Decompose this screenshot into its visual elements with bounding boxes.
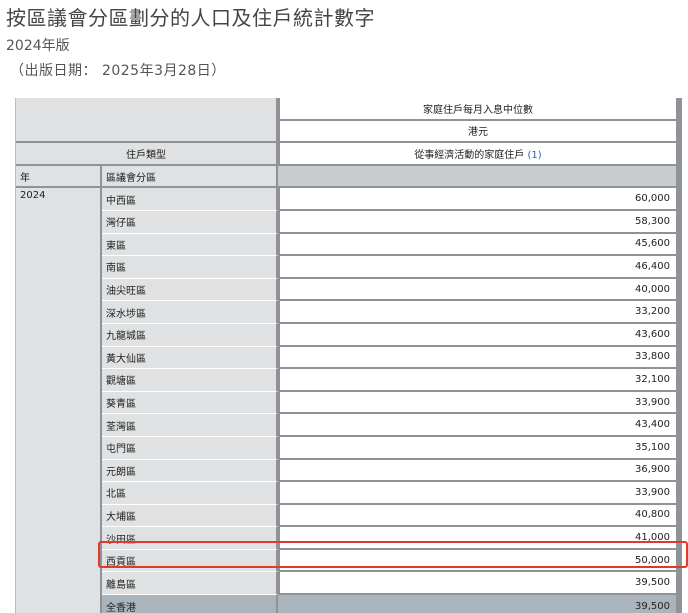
unit-header: 港元	[278, 120, 682, 144]
year-column-label: 年	[16, 165, 102, 189]
district-cell: 屯門區	[102, 436, 278, 460]
district-cell: 北區	[102, 482, 278, 505]
value-cell: 35,100	[278, 436, 682, 460]
district-cell: 離島區	[102, 572, 278, 596]
district-cell: 西貢區	[102, 549, 278, 573]
table-row: 西貢區 50,000	[16, 549, 682, 573]
district-cell: 南區	[102, 256, 278, 279]
table-row: 灣仔區 58,300	[16, 210, 682, 234]
value-cell: 43,400	[278, 414, 682, 437]
value-cell: 33,900	[278, 482, 682, 505]
household-type-value: 從事經濟活動的家庭住戶	[414, 149, 525, 161]
table-row: 九龍城區 43,600	[16, 323, 682, 347]
value-cell: 45,600	[278, 233, 682, 257]
table-row: 屯門區 35,100	[16, 436, 682, 460]
value-cell: 58,300	[278, 210, 682, 234]
statistics-table-container: 家庭住戶每月入息中位數 港元 住戶類型 從事經濟活動的家庭住戶 (1) 年 區議…	[15, 98, 688, 613]
value-cell: 50,000	[278, 549, 682, 573]
district-cell: 大埔區	[102, 504, 278, 528]
table-row: 葵青區 33,900	[16, 391, 682, 415]
table-row: 觀塘區 32,100	[16, 369, 682, 392]
publication-date: （出版日期： 2025年3月28日）	[10, 63, 226, 79]
table-row: 2024 中西區 60,000	[16, 188, 682, 613]
header-row-measure: 家庭住戶每月入息中位數	[16, 98, 682, 144]
value-cell: 36,900	[278, 459, 682, 483]
household-type-value-cell: 從事經濟活動的家庭住戶 (1)	[278, 143, 682, 166]
value-cell: 41,000	[278, 527, 682, 550]
header-corner	[16, 98, 278, 144]
total-value-cell: 39,500	[278, 595, 682, 613]
district-cell: 油尖旺區	[102, 278, 278, 302]
table-row: 離島區 39,500	[16, 572, 682, 596]
value-cell: 33,200	[278, 301, 682, 324]
table-row: 油尖旺區 40,000	[16, 278, 682, 302]
page-title: 按區議會分區劃分的人口及住戶統計數字	[6, 6, 375, 30]
table-row: 荃灣區 43,400	[16, 414, 682, 437]
table-row: 東區 45,600	[16, 233, 682, 257]
district-cell: 九龍城區	[102, 323, 278, 347]
district-cell: 葵青區	[102, 391, 278, 415]
district-cell: 灣仔區	[102, 210, 278, 234]
district-cell: 荃灣區	[102, 414, 278, 437]
district-cell: 中西區	[102, 188, 278, 211]
district-cell: 深水埗區	[102, 301, 278, 324]
measure-header: 家庭住戶每月入息中位數	[278, 98, 682, 121]
value-cell: 60,000	[278, 188, 682, 211]
district-cell: 元朗區	[102, 459, 278, 483]
value-cell: 43,600	[278, 323, 682, 347]
value-cell: 46,400	[278, 256, 682, 279]
district-cell: 黃大仙區	[102, 346, 278, 370]
table-row: 元朗區 36,900	[16, 459, 682, 483]
header-row-type: 住戶類型 從事經濟活動的家庭住戶 (1)	[16, 143, 682, 166]
value-cell: 40,800	[278, 504, 682, 528]
total-row: 全香港 39,500	[16, 595, 682, 613]
district-column-label: 區議會分區	[102, 165, 278, 189]
value-cell: 39,500	[278, 572, 682, 596]
value-cell: 32,100	[278, 369, 682, 392]
table-row: 北區 33,900	[16, 482, 682, 505]
table-row: 深水埗區 33,200	[16, 301, 682, 324]
statistics-table: 家庭住戶每月入息中位數 港元 住戶類型 從事經濟活動的家庭住戶 (1) 年 區議…	[16, 98, 682, 613]
table-row: 沙田區 41,000	[16, 527, 682, 550]
header-row-columns: 年 區議會分區	[16, 165, 682, 189]
table-row: 南區 46,400	[16, 256, 682, 279]
value-cell: 33,800	[278, 346, 682, 370]
district-cell: 觀塘區	[102, 369, 278, 392]
household-type-label: 住戶類型	[16, 143, 278, 166]
total-district-cell: 全香港	[102, 595, 278, 613]
footnote-link[interactable]: (1)	[528, 150, 542, 161]
table-row: 黃大仙區 33,800	[16, 346, 682, 370]
value-cell: 40,000	[278, 278, 682, 302]
edition-label: 2024年版	[6, 38, 70, 54]
header-gray-fill	[278, 165, 682, 189]
district-cell: 東區	[102, 233, 278, 257]
district-cell: 沙田區	[102, 527, 278, 550]
year-cell: 2024	[16, 188, 102, 613]
table-row: 大埔區 40,800	[16, 504, 682, 528]
value-cell: 33,900	[278, 391, 682, 415]
